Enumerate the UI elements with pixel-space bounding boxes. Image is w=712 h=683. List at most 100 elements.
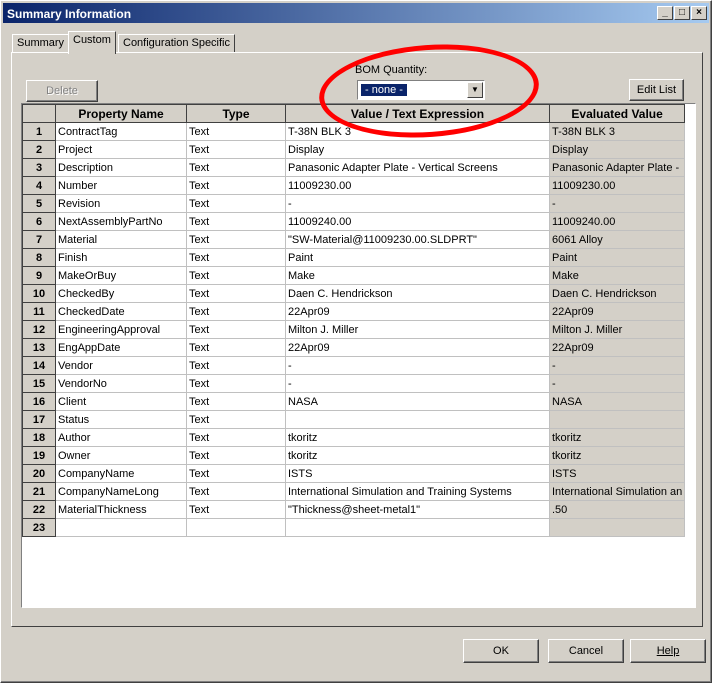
value-cell[interactable]: "SW-Material@11009230.00.SLDPRT" xyxy=(285,230,550,249)
property-name-cell[interactable]: CheckedDate xyxy=(55,302,187,321)
type-cell[interactable]: Text xyxy=(186,500,286,519)
value-cell[interactable]: 22Apr09 xyxy=(285,302,550,321)
type-cell[interactable]: Text xyxy=(186,320,286,339)
property-name-cell[interactable]: ContractTag xyxy=(55,122,187,141)
column-header-property-name[interactable]: Property Name xyxy=(55,104,187,123)
table-row[interactable]: 14 Vendor Text - - xyxy=(22,356,686,375)
table-row[interactable]: 13 EngAppDate Text 22Apr09 22Apr09 xyxy=(22,338,686,357)
value-cell[interactable]: Daen C. Hendrickson xyxy=(285,284,550,303)
table-row[interactable]: 23 xyxy=(22,518,686,537)
type-cell[interactable]: Text xyxy=(186,446,286,465)
property-name-cell[interactable]: MaterialThickness xyxy=(55,500,187,519)
type-cell[interactable]: Text xyxy=(186,230,286,249)
type-cell[interactable]: Text xyxy=(186,284,286,303)
property-name-cell[interactable]: Description xyxy=(55,158,187,177)
table-row[interactable]: 11 CheckedDate Text 22Apr09 22Apr09 xyxy=(22,302,686,321)
value-cell[interactable]: Paint xyxy=(285,248,550,267)
property-name-cell[interactable]: MakeOrBuy xyxy=(55,266,187,285)
tab-custom[interactable]: Custom xyxy=(68,31,116,54)
value-cell[interactable] xyxy=(285,518,550,537)
value-cell[interactable]: - xyxy=(285,374,550,393)
type-cell[interactable]: Text xyxy=(186,374,286,393)
table-row[interactable]: 9 MakeOrBuy Text Make Make xyxy=(22,266,686,285)
table-row[interactable]: 20 CompanyName Text ISTS ISTS xyxy=(22,464,686,483)
property-name-cell[interactable]: Project xyxy=(55,140,187,159)
property-name-cell[interactable]: EngineeringApproval xyxy=(55,320,187,339)
property-name-cell[interactable]: CompanyName xyxy=(55,464,187,483)
tab-summary[interactable]: Summary xyxy=(12,34,70,53)
value-cell[interactable]: Panasonic Adapter Plate - Vertical Scree… xyxy=(285,158,550,177)
column-header-evaluated-value[interactable]: Evaluated Value xyxy=(548,104,686,123)
table-row[interactable]: 6 NextAssemblyPartNo Text 11009240.00 110092… xyxy=(22,212,686,231)
table-row[interactable]: 15 VendorNo Text - - xyxy=(22,374,686,393)
value-cell[interactable]: Milton J. Miller xyxy=(285,320,550,339)
value-cell[interactable]: 11009230.00 xyxy=(285,176,550,195)
type-cell[interactable]: Text xyxy=(186,302,286,321)
table-row[interactable]: 7 Material Text "SW-Material@11009230.00.SL… xyxy=(22,230,686,249)
table-row[interactable]: 3 Description Text Panasonic Adapter Plate … xyxy=(22,158,686,177)
property-name-cell[interactable]: CheckedBy xyxy=(55,284,187,303)
table-row[interactable]: 5 Revision Text - - xyxy=(22,194,686,213)
table-row[interactable]: 21 CompanyNameLong Text International Simul… xyxy=(22,482,686,501)
value-cell[interactable]: International Simulation and Training Sy… xyxy=(285,482,550,501)
table-row[interactable]: 4 Number Text 11009230.00 11009230.00 xyxy=(22,176,686,195)
value-cell[interactable]: Display xyxy=(285,140,550,159)
type-cell[interactable]: Text xyxy=(186,176,286,195)
maximize-button[interactable]: □ xyxy=(674,6,690,20)
table-row[interactable]: 2 Project Text Display Display xyxy=(22,140,686,159)
table-row[interactable]: 19 Owner Text tkoritz tkoritz xyxy=(22,446,686,465)
type-cell[interactable]: Text xyxy=(186,212,286,231)
property-name-cell[interactable]: Material xyxy=(55,230,187,249)
value-cell[interactable]: ISTS xyxy=(285,464,550,483)
property-name-cell[interactable] xyxy=(55,518,187,537)
type-cell[interactable]: Text xyxy=(186,410,286,429)
value-cell[interactable]: 11009240.00 xyxy=(285,212,550,231)
property-name-cell[interactable]: CompanyNameLong xyxy=(55,482,187,501)
table-row[interactable]: 10 CheckedBy Text Daen C. Hendrickson Daen C… xyxy=(22,284,686,303)
property-name-cell[interactable]: VendorNo xyxy=(55,374,187,393)
value-cell[interactable]: "Thickness@sheet-metal1" xyxy=(285,500,550,519)
property-name-cell[interactable]: EngAppDate xyxy=(55,338,187,357)
value-cell[interactable]: 22Apr09 xyxy=(285,338,550,357)
type-cell[interactable]: Text xyxy=(186,428,286,447)
value-cell[interactable]: - xyxy=(285,356,550,375)
column-header-type[interactable]: Type xyxy=(186,104,286,123)
value-cell[interactable] xyxy=(285,410,550,429)
property-name-cell[interactable]: Owner xyxy=(55,446,187,465)
value-cell[interactable]: - xyxy=(285,194,550,213)
table-row[interactable]: 12 EngineeringApproval Text Milton J. Mille… xyxy=(22,320,686,339)
table-row[interactable]: 8 Finish Text Paint Paint xyxy=(22,248,686,267)
table-row[interactable]: 17 Status Text xyxy=(22,410,686,429)
property-name-cell[interactable]: Vendor xyxy=(55,356,187,375)
column-header-value[interactable]: Value / Text Expression xyxy=(285,104,550,123)
type-cell[interactable]: Text xyxy=(186,158,286,177)
type-cell[interactable]: Text xyxy=(186,482,286,501)
type-cell[interactable] xyxy=(186,518,286,537)
property-name-cell[interactable]: Status xyxy=(55,410,187,429)
type-cell[interactable]: Text xyxy=(186,356,286,375)
property-name-cell[interactable]: Client xyxy=(55,392,187,411)
type-cell[interactable]: Text xyxy=(186,338,286,357)
property-name-cell[interactable]: Finish xyxy=(55,248,187,267)
type-cell[interactable]: Text xyxy=(186,266,286,285)
value-cell[interactable]: Make xyxy=(285,266,550,285)
table-row[interactable]: 22 MaterialThickness Text "Thickness@sheet-… xyxy=(22,500,686,519)
value-cell[interactable]: tkoritz xyxy=(285,446,550,465)
table-row[interactable]: 18 Author Text tkoritz tkoritz xyxy=(22,428,686,447)
type-cell[interactable]: Text xyxy=(186,248,286,267)
delete-button[interactable]: Delete xyxy=(26,80,98,102)
title-bar[interactable]: Summary Information _ □ × xyxy=(3,3,709,23)
ok-button[interactable]: OK xyxy=(463,639,539,663)
type-cell[interactable]: Text xyxy=(186,464,286,483)
type-cell[interactable]: Text xyxy=(186,194,286,213)
table-row[interactable]: 1 ContractTag Text T-38N BLK 3 T-38N BLK 3 xyxy=(22,122,686,141)
type-cell[interactable]: Text xyxy=(186,122,286,141)
value-cell[interactable]: tkoritz xyxy=(285,428,550,447)
property-name-cell[interactable]: Revision xyxy=(55,194,187,213)
edit-list-button[interactable]: Edit List xyxy=(629,79,684,101)
type-cell[interactable]: Text xyxy=(186,140,286,159)
value-cell[interactable]: T-38N BLK 3 xyxy=(285,122,550,141)
minimize-button[interactable]: _ xyxy=(657,6,673,20)
tab-configuration-specific[interactable]: Configuration Specific xyxy=(118,34,236,53)
property-name-cell[interactable]: Author xyxy=(55,428,187,447)
